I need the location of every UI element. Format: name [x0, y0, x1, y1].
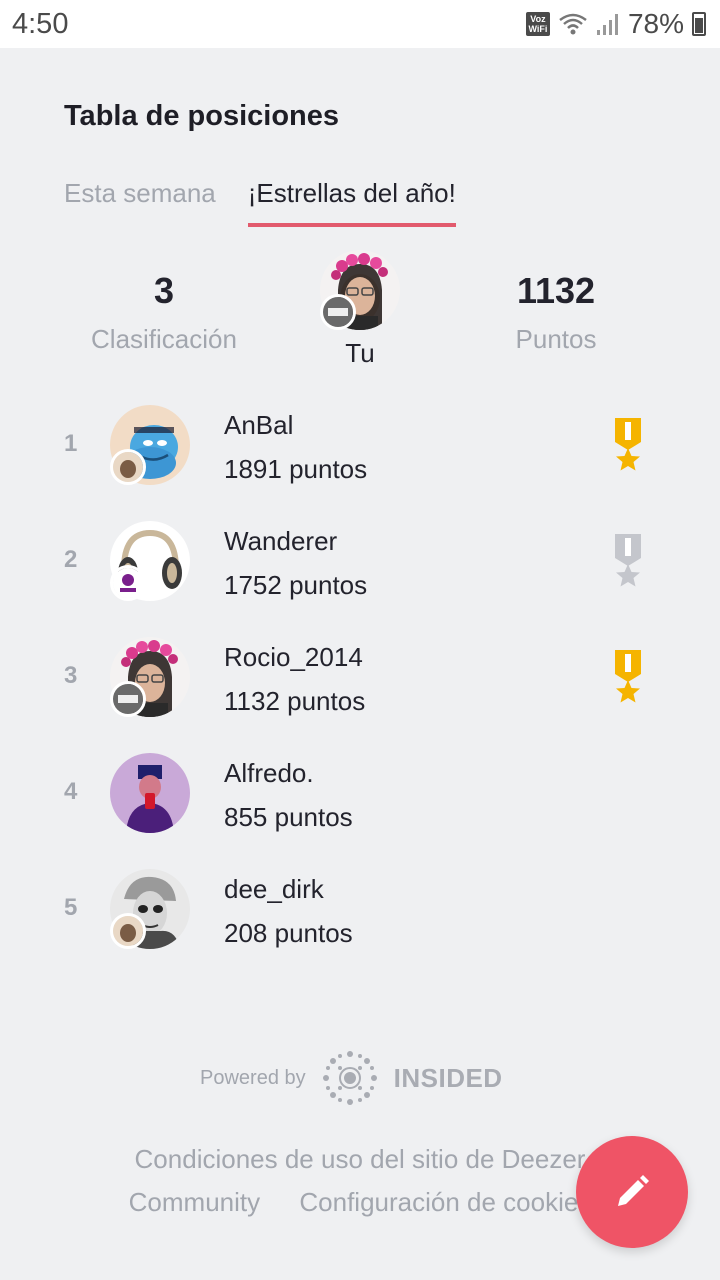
- bronze-medal-icon: [615, 650, 641, 703]
- tab-esta-semana[interactable]: Esta semana: [64, 178, 216, 227]
- battery-icon: [692, 12, 706, 36]
- page-title: Tabla de posiciones: [64, 100, 340, 132]
- powered-by[interactable]: Powered by INSIDED: [200, 1048, 503, 1108]
- status-time: 4:50: [12, 7, 69, 40]
- user-avatar[interactable]: [110, 869, 190, 949]
- current-user-avatar: [320, 250, 400, 330]
- silver-medal-icon: [615, 534, 641, 587]
- user-badge-icon: [110, 565, 146, 601]
- insided-logo-icon: [322, 1051, 377, 1105]
- points-label: Puntos: [515, 324, 597, 354]
- battery-percent: 78%: [627, 8, 684, 39]
- user-avatar[interactable]: [110, 521, 190, 601]
- user-summary: 3 Clasificación Tu 1132 Puntos: [0, 250, 720, 370]
- user-points: 855 puntos: [224, 802, 353, 832]
- current-user[interactable]: Tu: [320, 250, 400, 369]
- current-user-label: Tu: [345, 338, 375, 368]
- rank-number: 2: [64, 546, 78, 573]
- user-avatar[interactable]: [110, 637, 190, 717]
- user-avatar[interactable]: [110, 405, 190, 485]
- user-badge-icon: [110, 681, 146, 717]
- pencil-icon: [618, 1175, 649, 1206]
- signal-icon: [596, 14, 618, 35]
- user-name[interactable]: AnBal: [224, 410, 293, 441]
- voz-wifi-icon: Voz WiFi: [525, 12, 550, 36]
- leaderboard-row[interactable]: 2 Wanderer 1752 puntos: [0, 516, 720, 632]
- rank-stat: 3 Clasificación: [54, 250, 274, 355]
- user-name[interactable]: Rocio_2014: [224, 642, 363, 673]
- wifi-icon: [559, 13, 587, 35]
- leaderboard-row[interactable]: 4 Alfredo. 855 puntos: [0, 748, 720, 864]
- terms-link[interactable]: Condiciones de uso del sitio de Deezer: [135, 1144, 586, 1174]
- rank-number: 5: [64, 894, 78, 921]
- leaderboard-list: 1 AnBal 1891 puntos 2 Wanderer 1752 punt…: [0, 400, 720, 980]
- rank-number: 1: [64, 430, 78, 457]
- gold-medal-icon: [615, 418, 641, 471]
- leaderboard-row[interactable]: 5 dee_dirk 208 puntos: [0, 864, 720, 980]
- rank-value: 3: [153, 270, 175, 311]
- points-stat: 1132 Puntos: [446, 250, 666, 355]
- status-icons: Voz WiFi 78%: [525, 8, 706, 40]
- user-name[interactable]: Wanderer: [224, 526, 337, 557]
- powered-by-text: Powered by: [200, 1066, 306, 1089]
- rank-number: 3: [64, 662, 78, 689]
- tabs: Esta semana ¡Estrellas del año!: [64, 178, 456, 227]
- leaderboard-row[interactable]: 1 AnBal 1891 puntos: [0, 400, 720, 516]
- leaderboard-row[interactable]: 3 Rocio_2014 1132 puntos: [0, 632, 720, 748]
- cookie-settings-link[interactable]: Configuración de cookies: [299, 1187, 591, 1217]
- user-points: 1132 puntos: [224, 686, 366, 716]
- user-badge-icon: [110, 913, 146, 949]
- compose-button[interactable]: [576, 1136, 688, 1248]
- user-badge-icon: [110, 449, 146, 485]
- community-link[interactable]: Community: [129, 1187, 260, 1217]
- user-avatar[interactable]: [110, 753, 190, 833]
- avatar: [110, 753, 190, 833]
- tab-estrellas-del-ano[interactable]: ¡Estrellas del año!: [247, 178, 456, 227]
- user-points: 1891 puntos: [224, 454, 368, 484]
- user-points: 208 puntos: [224, 918, 353, 948]
- status-bar: 4:50 Voz WiFi 78%: [0, 0, 720, 48]
- user-badge-icon: [320, 294, 356, 330]
- user-name[interactable]: dee_dirk: [224, 874, 324, 905]
- rank-label: Clasificación: [91, 324, 237, 354]
- user-points: 1752 puntos: [224, 570, 368, 600]
- user-name[interactable]: Alfredo.: [224, 758, 314, 789]
- points-value: 1132: [516, 270, 596, 311]
- insided-brand: INSIDED: [393, 1062, 503, 1093]
- rank-number: 4: [64, 778, 78, 805]
